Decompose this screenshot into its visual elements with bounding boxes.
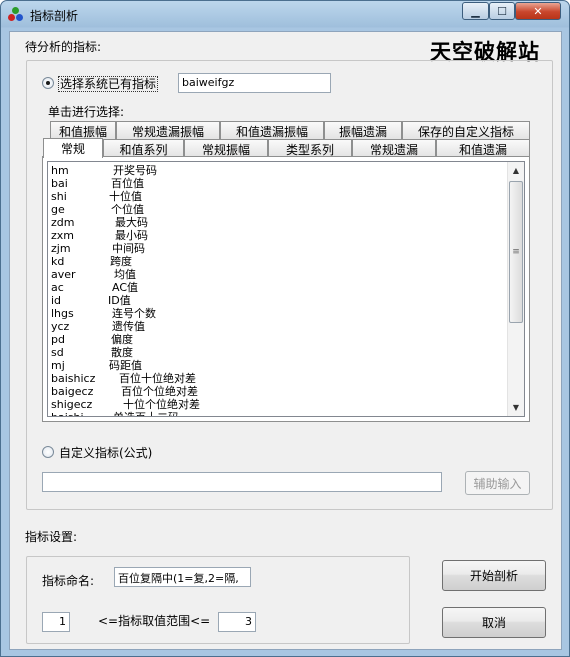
list-item-code: lhgs xyxy=(51,307,74,320)
list-item-description: 码距值 xyxy=(109,359,142,372)
selected-indicator-field[interactable]: baiweifgz xyxy=(178,73,331,93)
list-item-description: AC值 xyxy=(112,281,139,294)
custom-formula-input[interactable] xyxy=(42,472,442,492)
list-item-code: zjm xyxy=(51,242,71,255)
minimize-icon: ▁ xyxy=(471,4,480,18)
tab-amplitude-omission[interactable]: 振幅遗漏 xyxy=(324,121,402,140)
list-item-description: 均值 xyxy=(114,268,136,281)
range-label: <=指标取值范围<= xyxy=(98,614,211,628)
maximize-button[interactable]: ☐ xyxy=(489,2,515,20)
list-item-code: pd xyxy=(51,333,65,346)
tab-saved-custom[interactable]: 保存的自定义指标 xyxy=(402,121,530,140)
close-icon: ✕ xyxy=(533,4,543,18)
tab-page-regular: baishi 单选百十二码 shigecz 十位个位绝对差 baigecz 百位个位绝对差… xyxy=(42,156,530,422)
list-item-description: 最大码 xyxy=(115,216,148,229)
list-item-code: baigecz xyxy=(51,385,94,398)
list-item-code: id xyxy=(51,294,62,307)
list-item-code: kd xyxy=(51,255,65,268)
list-item-code: shigecz xyxy=(51,398,93,411)
list-item-code: zxm xyxy=(51,229,74,242)
minimize-button[interactable]: ▁ xyxy=(462,2,489,20)
start-analysis-button[interactable]: 开始剖析 xyxy=(442,560,546,591)
grip-icon: ≡ xyxy=(512,247,520,257)
list-item-code: bai xyxy=(51,177,68,190)
list-item-code: zdm xyxy=(51,216,75,229)
list-item-description: 跨度 xyxy=(110,255,132,268)
list-item-description: 百位个位绝对差 xyxy=(121,385,198,398)
radio-selected-dot xyxy=(46,81,50,85)
cancel-button[interactable]: 取消 xyxy=(442,607,546,638)
list-item-code: baishicz xyxy=(51,372,96,385)
tab-regular[interactable]: 常规 xyxy=(43,138,103,158)
list-item-code: ge xyxy=(51,203,65,216)
range-max-input[interactable]: 3 xyxy=(218,612,256,632)
title-bar[interactable]: 指标剖析 ▁ ☐ ✕ xyxy=(1,1,569,29)
tab-regular-omission-amplitude[interactable]: 常规遗漏振幅 xyxy=(116,121,220,140)
list-item-description: 偏度 xyxy=(111,333,133,346)
list-item-code: hm xyxy=(51,164,69,177)
list-item-description: 百位值 xyxy=(111,177,144,190)
tab-sum-omission-amplitude[interactable]: 和值遗漏振幅 xyxy=(220,121,324,140)
list-item-code: ac xyxy=(51,281,64,294)
list-item-description: 中间码 xyxy=(112,242,145,255)
click-hint-label: 单击进行选择: xyxy=(48,105,125,119)
list-item-description: 十位个位绝对差 xyxy=(123,398,200,411)
radio-system-indicator[interactable] xyxy=(42,77,54,89)
list-item-description: 连号个数 xyxy=(112,307,156,320)
close-button[interactable]: ✕ xyxy=(515,2,561,20)
scroll-thumb[interactable]: ≡ xyxy=(509,181,523,323)
list-item-code: sd xyxy=(51,346,64,359)
list-item-code: mj xyxy=(51,359,65,372)
app-icon xyxy=(8,7,24,23)
window-title: 指标剖析 xyxy=(30,9,79,23)
list-item-description: 十位值 xyxy=(109,190,142,203)
indicator-name-label: 指标命名: xyxy=(42,574,95,588)
assist-input-button[interactable]: 辅助输入 xyxy=(465,471,530,495)
range-min-input[interactable]: 1 xyxy=(42,612,70,632)
list-item-code: shi xyxy=(51,190,67,203)
indicator-list[interactable]: baishi 单选百十二码 shigecz 十位个位绝对差 baigecz 百位个位绝对差… xyxy=(47,161,525,417)
list-item-description: ID值 xyxy=(108,294,131,307)
maximize-icon: ☐ xyxy=(497,4,507,18)
list-item-code: baishi xyxy=(51,411,84,416)
list-item-description: 最小码 xyxy=(115,229,148,242)
scroll-down-icon[interactable]: ▼ xyxy=(508,399,524,416)
radio-custom-label[interactable]: 自定义指标(公式) xyxy=(59,444,152,461)
list-item-code: aver xyxy=(51,268,76,281)
list-item-description: 散度 xyxy=(111,346,133,359)
list-item-code: ycz xyxy=(51,320,70,333)
indicator-name-input[interactable]: 百位复隔中(1=复,2=隔, xyxy=(114,567,251,587)
list-item-description: 百位十位绝对差 xyxy=(119,372,196,385)
section-to-analyze-label: 待分析的指标: xyxy=(25,40,102,54)
list-item-description: 开奖号码 xyxy=(113,164,157,177)
list-item-description: 单选百十二码 xyxy=(113,411,179,416)
list-scrollbar[interactable]: ▲ ≡ ▼ xyxy=(507,162,524,416)
radio-custom-indicator[interactable] xyxy=(42,446,54,458)
dialog-client-area: 待分析的指标: 天空破解站 选择系统已有指标 baiweifgz 单击进行选择:… xyxy=(9,31,562,650)
list-item-description: 个位值 xyxy=(111,203,144,216)
radio-system-label[interactable]: 选择系统已有指标 xyxy=(57,75,159,92)
settings-label: 指标设置: xyxy=(25,530,78,544)
dialog-window: 指标剖析 ▁ ☐ ✕ 待分析的指标: 天空破解站 选择系统已有指标 baiwei… xyxy=(0,0,570,657)
list-item-description: 遗传值 xyxy=(112,320,145,333)
scroll-up-icon[interactable]: ▲ xyxy=(508,162,524,179)
